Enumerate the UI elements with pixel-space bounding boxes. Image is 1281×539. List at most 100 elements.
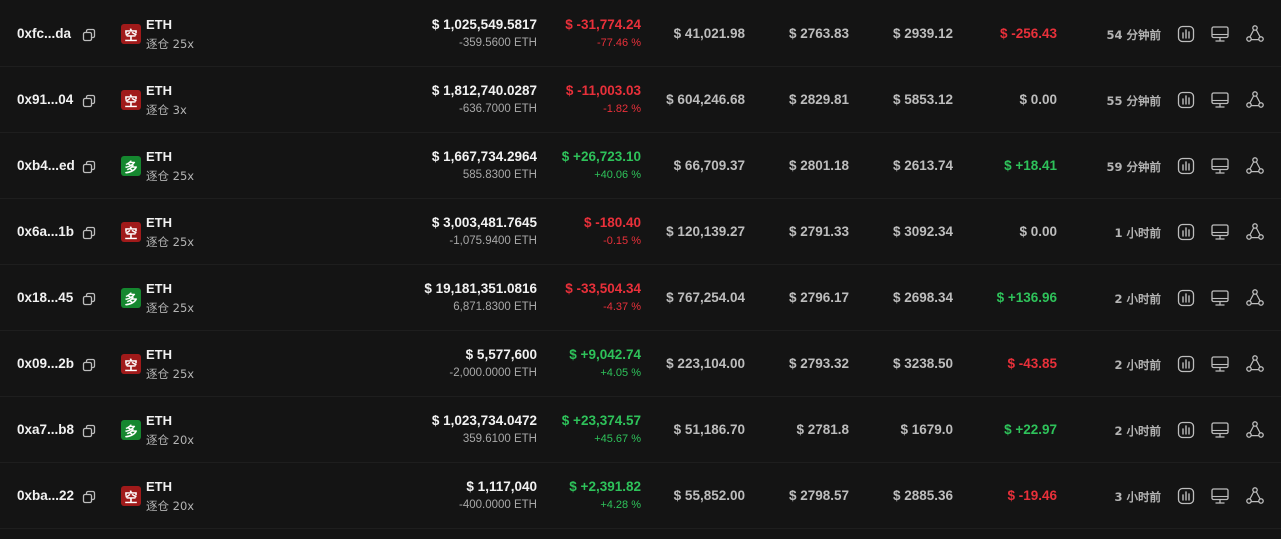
entry-price: $ 2829.81 xyxy=(788,92,849,107)
funding-fee: $ -256.43 xyxy=(999,26,1057,41)
wallet-address[interactable]: 0x18...45 xyxy=(17,290,73,305)
wallet-address[interactable]: 0xa7...b8 xyxy=(17,422,74,437)
copy-icon[interactable] xyxy=(82,160,96,174)
symbol[interactable]: ETH xyxy=(146,479,172,494)
monitor-icon[interactable] xyxy=(1210,486,1230,506)
position-size: -2,000.0000 ETH xyxy=(449,367,537,379)
unrealized-pnl: $ -11,003.03 xyxy=(565,83,641,98)
position-value: $ 3,003,481.7645 xyxy=(431,215,537,230)
table-row: 0x09...2b 空 ETH 逐仓 25x $ 5,577,600 -2,00… xyxy=(0,330,1281,397)
position-value: $ 1,023,734.0472 xyxy=(431,413,537,428)
position-value: $ 1,025,549.5817 xyxy=(431,17,537,32)
funding-fee: $ 0.00 xyxy=(1019,224,1057,239)
position-size: 6,871.8300 ETH xyxy=(453,301,537,313)
share-icon[interactable] xyxy=(1245,420,1265,440)
monitor-icon[interactable] xyxy=(1210,354,1230,374)
table-row: 0x6a...1b 空 ETH 逐仓 25x $ 3,003,481.7645 … xyxy=(0,198,1281,265)
share-icon[interactable] xyxy=(1245,222,1265,242)
entry-price: $ 2801.18 xyxy=(788,158,849,173)
chart-icon[interactable] xyxy=(1176,486,1196,506)
leverage: 逐仓 25x xyxy=(146,235,195,249)
open-time: 54 分钟前 xyxy=(1106,28,1161,42)
share-icon[interactable] xyxy=(1245,24,1265,44)
margin: $ 120,139.27 xyxy=(666,224,745,239)
monitor-icon[interactable] xyxy=(1210,420,1230,440)
table-row: 0xa7...b8 多 ETH 逐仓 20x $ 1,023,734.0472 … xyxy=(0,396,1281,463)
funding-fee: $ -19.46 xyxy=(1007,488,1057,503)
position-value: $ 1,117,040 xyxy=(466,479,537,494)
open-time: 59 分钟前 xyxy=(1106,160,1161,174)
margin: $ 223,104.00 xyxy=(666,356,745,371)
share-icon[interactable] xyxy=(1245,90,1265,110)
monitor-icon[interactable] xyxy=(1210,90,1230,110)
copy-icon[interactable] xyxy=(82,28,96,42)
open-time: 1 小时前 xyxy=(1114,226,1161,240)
monitor-icon[interactable] xyxy=(1210,288,1230,308)
copy-icon[interactable] xyxy=(82,358,96,372)
leverage: 逐仓 25x xyxy=(146,301,195,315)
table-row: 0x18...45 多 ETH 逐仓 25x $ 19,181,351.0816… xyxy=(0,264,1281,331)
margin: $ 767,254.04 xyxy=(666,290,745,305)
open-time: 2 小时前 xyxy=(1114,292,1161,306)
unrealized-pnl: $ -180.40 xyxy=(583,215,641,230)
copy-icon[interactable] xyxy=(82,490,96,504)
liquidation-price: $ 2698.34 xyxy=(892,290,953,305)
wallet-address[interactable]: 0x09...2b xyxy=(17,356,74,371)
copy-icon[interactable] xyxy=(82,94,96,108)
chart-icon[interactable] xyxy=(1176,156,1196,176)
position-value: $ 1,812,740.0287 xyxy=(431,83,537,98)
chart-icon[interactable] xyxy=(1176,24,1196,44)
wallet-address[interactable]: 0xb4...ed xyxy=(17,158,75,173)
chart-icon[interactable] xyxy=(1176,354,1196,374)
margin: $ 604,246.68 xyxy=(666,92,745,107)
symbol[interactable]: ETH xyxy=(146,413,172,428)
liquidation-price: $ 3238.50 xyxy=(892,356,953,371)
share-icon[interactable] xyxy=(1245,156,1265,176)
side-badge: 空 xyxy=(121,354,141,374)
symbol[interactable]: ETH xyxy=(146,281,172,296)
position-size: -1,075.9400 ETH xyxy=(449,235,537,247)
wallet-address[interactable]: 0xba...22 xyxy=(17,488,74,503)
unrealized-pnl: $ +26,723.10 xyxy=(561,149,641,164)
wallet-address[interactable]: 0xfc...da xyxy=(17,26,71,41)
wallet-address[interactable]: 0x91...04 xyxy=(17,92,73,107)
pnl-percent: +4.05 % xyxy=(600,367,641,379)
chart-icon[interactable] xyxy=(1176,90,1196,110)
pnl-percent: -1.82 % xyxy=(603,103,641,115)
table-row: 0x91...04 空 ETH 逐仓 3x $ 1,812,740.0287 -… xyxy=(0,66,1281,133)
chart-icon[interactable] xyxy=(1176,288,1196,308)
symbol[interactable]: ETH xyxy=(146,347,172,362)
symbol[interactable]: ETH xyxy=(146,215,172,230)
symbol[interactable]: ETH xyxy=(146,17,172,32)
copy-icon[interactable] xyxy=(82,424,96,438)
copy-icon[interactable] xyxy=(82,292,96,306)
symbol[interactable]: ETH xyxy=(146,83,172,98)
leverage: 逐仓 25x xyxy=(146,367,195,381)
funding-fee: $ +22.97 xyxy=(1004,422,1057,437)
side-badge: 空 xyxy=(121,24,141,44)
pnl-percent: -77.46 % xyxy=(596,37,641,49)
margin: $ 41,021.98 xyxy=(673,26,745,41)
copy-icon[interactable] xyxy=(82,226,96,240)
monitor-icon[interactable] xyxy=(1210,156,1230,176)
share-icon[interactable] xyxy=(1245,354,1265,374)
chart-icon[interactable] xyxy=(1176,420,1196,440)
open-time: 3 小时前 xyxy=(1114,490,1161,504)
side-badge: 空 xyxy=(121,90,141,110)
wallet-address[interactable]: 0x6a...1b xyxy=(17,224,74,239)
pnl-percent: -0.15 % xyxy=(603,235,641,247)
chart-icon[interactable] xyxy=(1176,222,1196,242)
pnl-percent: +40.06 % xyxy=(594,169,641,181)
unrealized-pnl: $ +9,042.74 xyxy=(569,347,641,362)
funding-fee: $ -43.85 xyxy=(1007,356,1057,371)
liquidation-price: $ 2939.12 xyxy=(892,26,953,41)
symbol[interactable]: ETH xyxy=(146,149,172,164)
side-badge: 多 xyxy=(121,288,141,308)
liquidation-price: $ 5853.12 xyxy=(892,92,953,107)
monitor-icon[interactable] xyxy=(1210,24,1230,44)
entry-price: $ 2796.17 xyxy=(788,290,849,305)
share-icon[interactable] xyxy=(1245,486,1265,506)
share-icon[interactable] xyxy=(1245,288,1265,308)
position-size: -359.5600 ETH xyxy=(459,37,537,49)
monitor-icon[interactable] xyxy=(1210,222,1230,242)
